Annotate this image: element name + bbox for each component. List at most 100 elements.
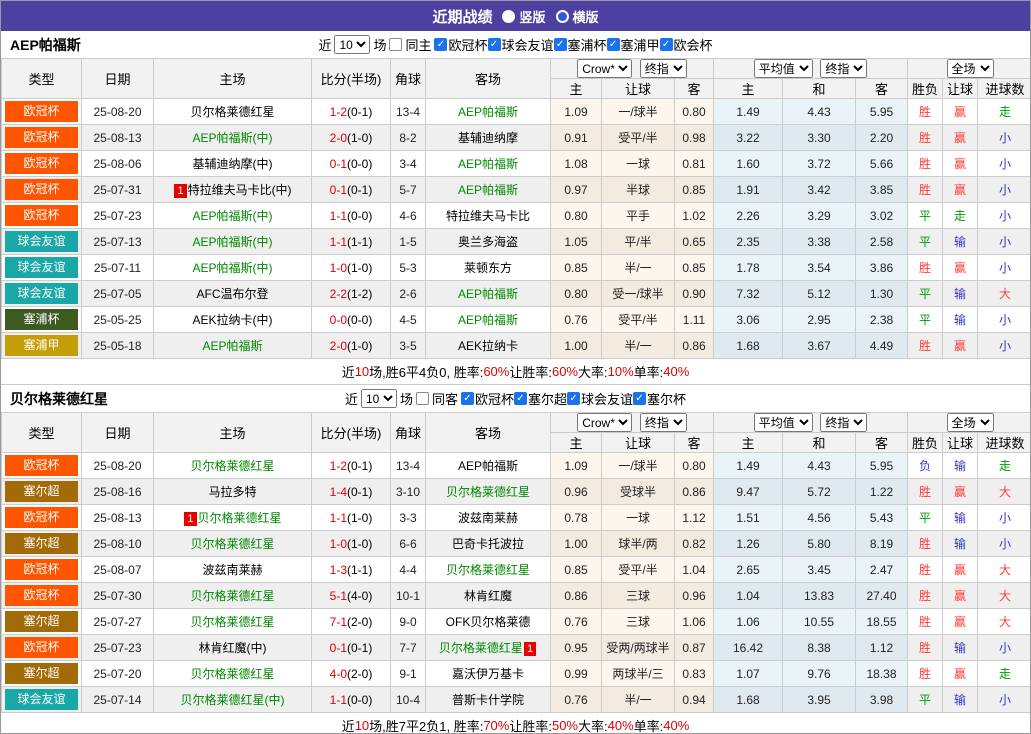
match-count-select[interactable]: 10: [334, 35, 370, 54]
home-team-cell: AFC温布尔登: [154, 281, 312, 307]
bookmaker-select[interactable]: Crow*: [577, 413, 632, 432]
home-team-name[interactable]: 特拉维夫马卡比(中): [188, 183, 292, 197]
average-select[interactable]: 平均值: [754, 59, 813, 78]
away-team-cell: 莱顿东方: [426, 255, 551, 281]
avg-draw-odds: 3.29: [783, 203, 856, 229]
home-odds: 0.76: [551, 609, 602, 635]
average-time-select[interactable]: 终指: [820, 59, 867, 78]
score-cell: 1-1(1-0): [312, 505, 391, 531]
home-team-name[interactable]: 基辅迪纳摩(中): [193, 157, 273, 171]
result-win-loss: 胜: [908, 661, 943, 687]
away-team-name[interactable]: 贝尔格莱德红星: [446, 485, 530, 499]
home-team-name[interactable]: 林肯红魔(中): [199, 641, 267, 655]
away-team-name[interactable]: 贝尔格莱德红星: [446, 563, 530, 577]
home-team-name[interactable]: AEK拉纳卡(中): [192, 313, 272, 327]
away-team-name[interactable]: 莱顿东方: [464, 261, 512, 275]
period-select[interactable]: 全场: [947, 59, 994, 78]
away-team-name[interactable]: 特拉维夫马卡比: [446, 209, 530, 223]
summary-text: 10: [355, 364, 369, 379]
home-team-name[interactable]: 马拉多特: [208, 485, 256, 499]
away-team-name[interactable]: 林肯红魔: [464, 589, 512, 603]
result-handicap-value: 赢: [954, 105, 966, 119]
avg-draw-odds: 3.42: [783, 177, 856, 203]
handicap-line: 一/球半: [602, 453, 675, 479]
home-team-name[interactable]: AEP帕福斯(中): [192, 131, 272, 145]
period-select[interactable]: 全场: [947, 413, 994, 432]
home-team-name[interactable]: 贝尔格莱德红星: [190, 537, 274, 551]
away-team-name[interactable]: AEP帕福斯: [458, 313, 518, 327]
table-row: 欧冠杯25-08-06基辅迪纳摩(中)0-1(0-0)3-4AEP帕福斯1.08…: [2, 151, 1031, 177]
same-venue-checkbox[interactable]: [389, 38, 402, 51]
home-team-cell: 贝尔格莱德红星: [154, 609, 312, 635]
home-team-name[interactable]: 贝尔格莱德红星: [190, 589, 274, 603]
odds-time-select[interactable]: 终指: [640, 413, 687, 432]
league-checkbox[interactable]: ✓: [567, 392, 580, 405]
away-team-name[interactable]: AEP帕福斯: [458, 459, 518, 473]
league-checkbox[interactable]: ✓: [554, 38, 567, 51]
home-team-name[interactable]: AEP帕福斯: [202, 339, 262, 353]
result-goals-value: 小: [999, 157, 1011, 171]
home-team-cell: 1贝尔格莱德红星: [154, 505, 312, 531]
home-team-name[interactable]: 贝尔格莱德红星: [190, 105, 274, 119]
avg-home-odds: 1.68: [714, 333, 783, 359]
table-row: 球会友谊25-07-14贝尔格莱德红星(中)1-1(0-0)10-4普斯卡什学院…: [2, 687, 1031, 713]
home-team-name[interactable]: AFC温布尔登: [196, 287, 268, 301]
league-badge: 球会友谊: [5, 231, 78, 252]
away-team-name[interactable]: 基辅迪纳摩: [458, 131, 518, 145]
summary-text: 单率:: [634, 716, 664, 734]
odds-time-select[interactable]: 终指: [640, 59, 687, 78]
radio-icon[interactable]: [556, 10, 569, 23]
league-checkbox[interactable]: ✓: [514, 392, 527, 405]
radio-icon[interactable]: [502, 10, 515, 23]
home-team-name[interactable]: AEP帕福斯(中): [192, 261, 272, 275]
match-count-select[interactable]: 10: [361, 389, 397, 408]
away-team-name[interactable]: 奥兰多海盗: [458, 235, 518, 249]
home-team-name[interactable]: AEP帕福斯(中): [192, 235, 272, 249]
league-checkbox[interactable]: ✓: [607, 38, 620, 51]
result-goals-value: 小: [999, 693, 1011, 707]
league-checkbox[interactable]: ✓: [434, 38, 447, 51]
away-team-name[interactable]: AEP帕福斯: [458, 157, 518, 171]
league-filter-group: ✓欧冠杯✓塞尔超✓球会友谊✓塞尔杯: [461, 389, 686, 408]
away-team-name[interactable]: 贝尔格莱德红星: [439, 641, 523, 655]
radio-horizontal-layout[interactable]: 横版: [556, 7, 599, 26]
league-checkbox[interactable]: ✓: [633, 392, 646, 405]
radio-label[interactable]: 横版: [573, 7, 599, 26]
average-select[interactable]: 平均值: [754, 413, 813, 432]
home-team-name[interactable]: 贝尔格莱德红星: [190, 615, 274, 629]
home-team-name[interactable]: 贝尔格莱德红星(中): [181, 693, 285, 707]
away-team-name[interactable]: AEK拉纳卡: [458, 339, 518, 353]
away-team-name[interactable]: 巴奇卡托波拉: [452, 537, 524, 551]
corner-count: 3-4: [391, 151, 426, 177]
avg-draw-odds: 3.95: [783, 687, 856, 713]
away-team-name[interactable]: 普斯卡什学院: [452, 693, 524, 707]
average-group-header: 平均值 终指: [714, 59, 908, 79]
final-score: 1-2: [330, 105, 347, 119]
league-checkbox[interactable]: ✓: [488, 38, 501, 51]
home-team-name[interactable]: 贝尔格莱德红星: [190, 459, 274, 473]
radio-label[interactable]: 竖版: [519, 7, 545, 26]
league-checkbox[interactable]: ✓: [660, 38, 673, 51]
home-team-cell: AEP帕福斯: [154, 333, 312, 359]
away-team-name[interactable]: 波兹南莱赫: [458, 511, 518, 525]
result-win-loss: 胜: [908, 479, 943, 505]
match-date: 25-07-23: [82, 635, 154, 661]
away-team-name[interactable]: 嘉沃伊万基卡: [452, 667, 524, 681]
bookmaker-select[interactable]: Crow*: [577, 59, 632, 78]
home-team-name[interactable]: 波兹南莱赫: [202, 563, 262, 577]
home-team-name[interactable]: 贝尔格莱德红星: [190, 667, 274, 681]
result-goals-value: 大: [999, 563, 1011, 577]
away-team-name[interactable]: AEP帕福斯: [458, 287, 518, 301]
away-team-name[interactable]: OFK贝尔格莱德: [446, 615, 531, 629]
league-checkbox[interactable]: ✓: [461, 392, 474, 405]
away-team-name[interactable]: AEP帕福斯: [458, 105, 518, 119]
average-time-select[interactable]: 终指: [820, 413, 867, 432]
radio-vertical-layout[interactable]: 竖版: [502, 7, 545, 26]
away-team-name[interactable]: AEP帕福斯: [458, 183, 518, 197]
result-goals: 大: [978, 479, 1031, 505]
home-team-name[interactable]: AEP帕福斯(中): [192, 209, 272, 223]
home-team-name[interactable]: 贝尔格莱德红星: [198, 511, 282, 525]
league-badge: 欧冠杯: [5, 455, 78, 476]
same-venue-checkbox[interactable]: [416, 392, 429, 405]
sub-header-away-odds: 客: [675, 433, 714, 453]
